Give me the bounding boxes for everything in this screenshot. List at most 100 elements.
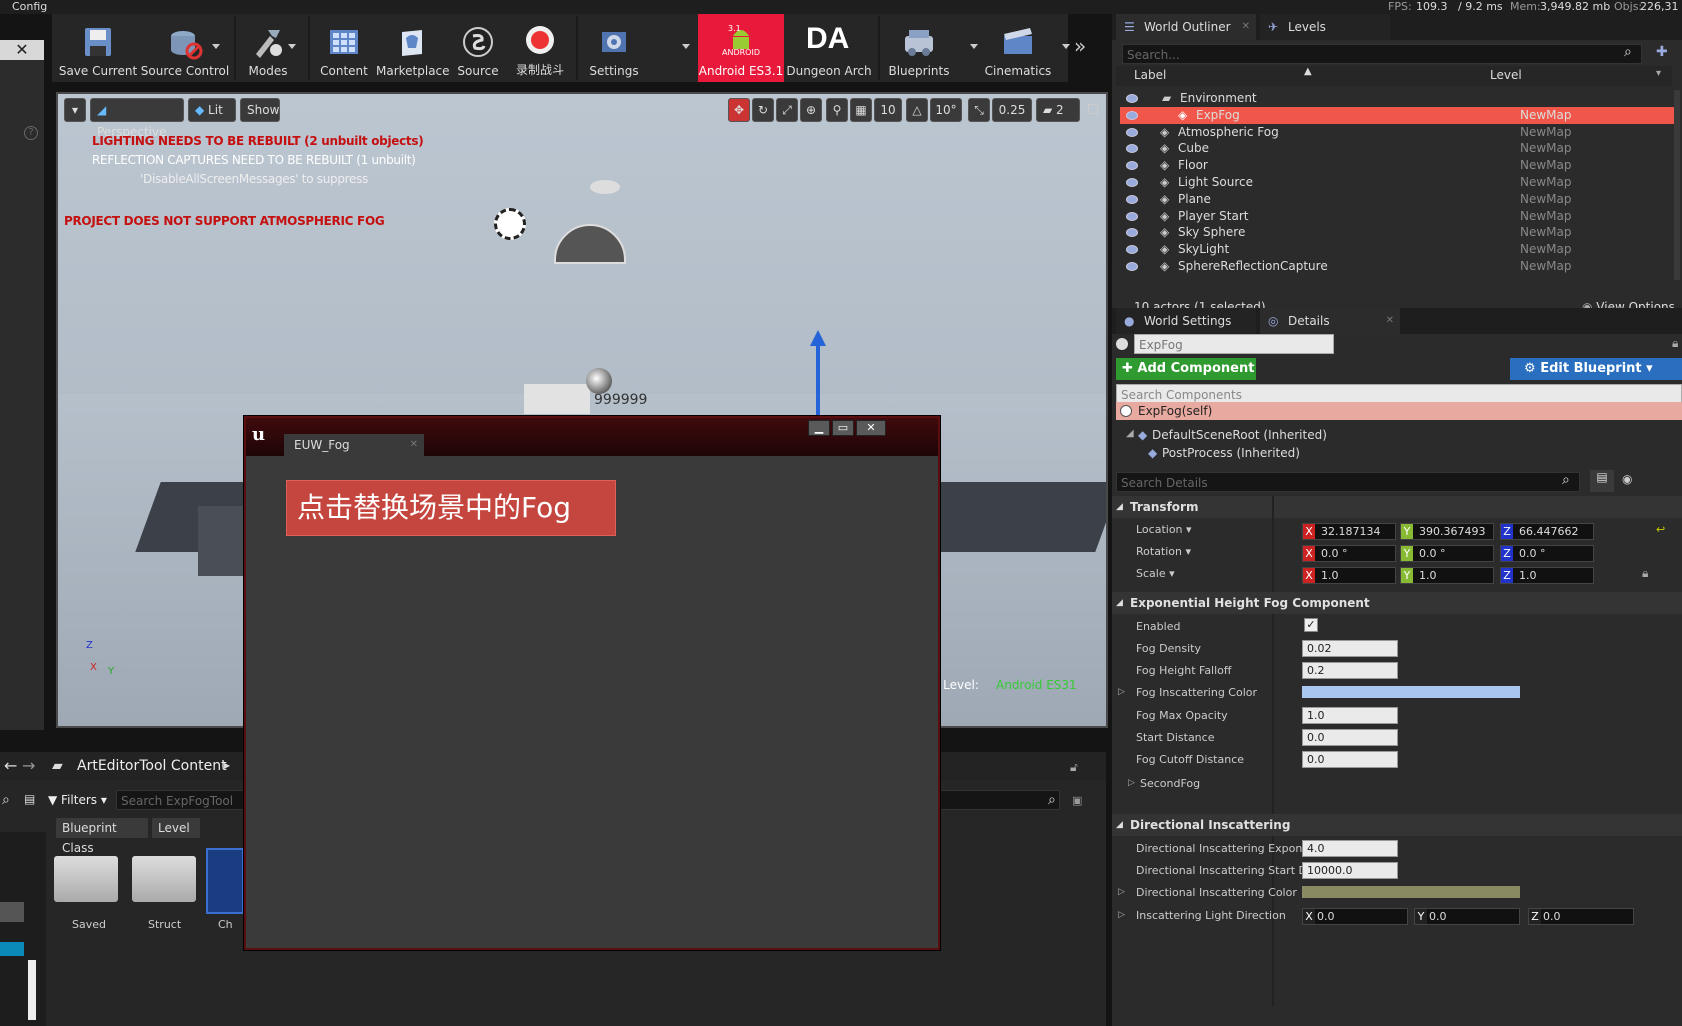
outliner-row[interactable]: ◈ ExpFog NewMap [1120, 106, 1676, 124]
marketplace-button[interactable]: Marketplace [376, 14, 450, 82]
dir-color-swatch[interactable] [1302, 886, 1520, 898]
path-chevron-icon[interactable]: ▸ [224, 758, 230, 772]
reset-location-icon[interactable]: ↩ [1656, 523, 1665, 536]
fog-cutoff-field[interactable]: 0.0 [1302, 751, 1398, 768]
close-window-button[interactable]: ✕ [856, 420, 886, 436]
tab-euw-fog[interactable]: EUW_Fog ✕ [284, 434, 424, 456]
expand-arrow-icon[interactable]: ▷ [1118, 887, 1125, 897]
sources-item-selected[interactable] [0, 942, 24, 956]
perspective-button[interactable]: ◢ Perspective [90, 98, 184, 139]
rot-field[interactable]: X 0.0 ° [1302, 545, 1396, 562]
sources-scrollbar[interactable] [28, 960, 36, 1020]
directional-inscattering-section[interactable]: ◢ Directional Inscattering [1112, 814, 1682, 836]
camera-speed-button[interactable]: ▰ 2 [1036, 98, 1080, 122]
add-component-button[interactable]: ✚ Add Component ▾ [1116, 358, 1256, 398]
asset-thumbnail[interactable] [206, 848, 244, 914]
expand-arrow-icon[interactable]: ▷ [1128, 778, 1135, 788]
gizmo-arrow-icon[interactable] [810, 330, 826, 346]
fog-density-field[interactable]: 0.02 [1302, 640, 1398, 657]
translate-tool-icon[interactable]: ✥ [728, 98, 750, 122]
outliner-row[interactable]: ◈ Cube NewMap [1120, 140, 1676, 157]
edit-blueprint-button[interactable]: ⚙ Edit Blueprint ▾ [1510, 358, 1682, 380]
scale-snap-icon[interactable]: ⤡ [968, 98, 990, 122]
scale-snap-value[interactable]: 0.25 [992, 98, 1032, 122]
scale-tool-icon[interactable]: ⤢ [776, 98, 798, 122]
transform-section[interactable]: ◢ Transform [1112, 496, 1682, 518]
search-components-input[interactable]: Search Components [1116, 384, 1682, 404]
scl-field[interactable]: Z 1.0 [1500, 567, 1594, 584]
visibility-eye-icon[interactable] [1126, 211, 1138, 221]
actor-name-field[interactable]: ExpFog [1134, 334, 1334, 354]
sun-icon[interactable] [494, 208, 526, 240]
expand-arrow-icon[interactable]: ▷ [1118, 687, 1125, 697]
surface-snap-icon[interactable]: ⚲ [826, 98, 848, 122]
scl-field[interactable]: X 1.0 [1302, 567, 1396, 584]
android-platform-button[interactable]: 3.1 ANDROID Android ES3.1 [698, 14, 784, 82]
scale-lock-icon[interactable]: 🔒︎ [1642, 566, 1648, 581]
feature-level-value[interactable]: Android ES31 [996, 678, 1077, 692]
outliner-row[interactable]: ▰ Environment [1120, 90, 1676, 107]
blueprints-button[interactable]: Blueprints [884, 14, 954, 82]
search-icon[interactable]: ⌕ [1048, 792, 1056, 808]
scale-label[interactable]: Scale ▾ [1136, 567, 1175, 580]
outliner-search-input[interactable]: Search... [1122, 44, 1642, 64]
settings-dropdown-icon[interactable] [682, 44, 690, 49]
forward-arrow-icon[interactable]: → [22, 756, 35, 775]
outliner-row[interactable]: ◈ Player Start NewMap [1120, 208, 1676, 225]
outliner-row[interactable]: ◈ Sky Sphere NewMap [1120, 224, 1676, 241]
help-icon[interactable]: ? [24, 126, 38, 140]
gizmo-z-axis[interactable] [816, 344, 820, 416]
show-button[interactable]: Show [240, 98, 280, 122]
visibility-eye-icon[interactable] [1126, 161, 1138, 171]
loc-field[interactable]: Z 66.447662 [1500, 523, 1594, 540]
content-button[interactable]: Content [314, 14, 374, 82]
close-tab-icon[interactable]: ✕ [1242, 14, 1250, 40]
scl-field[interactable]: Y 1.0 [1400, 567, 1494, 584]
source-button[interactable]: Source [450, 14, 506, 82]
search-icon[interactable]: ⌕ [2, 792, 10, 808]
visibility-eye-icon[interactable] [1126, 94, 1138, 103]
minimize-button[interactable]: ▁ [808, 420, 830, 436]
light-direction-field[interactable]: Z 0.0 [1528, 908, 1634, 925]
lit-button[interactable]: ◆ Lit [188, 98, 236, 122]
col-label[interactable]: Label [1134, 68, 1166, 82]
menu-config[interactable]: Config [12, 0, 47, 13]
search-details-input[interactable]: Search Details [1116, 472, 1580, 492]
rotate-tool-icon[interactable]: ↻ [752, 98, 774, 122]
enabled-checkbox[interactable]: ✓ [1304, 618, 1318, 632]
dir-start-field[interactable]: 10000.0 [1302, 862, 1398, 879]
maximize-viewport-icon[interactable] [1088, 104, 1098, 114]
visibility-eye-icon[interactable] [1126, 110, 1138, 120]
col-level[interactable]: Level [1490, 68, 1522, 82]
start-distance-field[interactable]: 0.0 [1302, 729, 1398, 746]
folder-struct-icon[interactable] [132, 856, 196, 902]
cinematics-dropdown-icon[interactable] [1062, 44, 1070, 49]
rot-field[interactable]: Z 0.0 ° [1500, 545, 1594, 562]
fog-max-opacity-field[interactable]: 1.0 [1302, 707, 1398, 724]
dir-exponent-field[interactable]: 4.0 [1302, 840, 1398, 857]
folder-saved-icon[interactable] [54, 856, 118, 902]
settings-button[interactable]: Settings [582, 14, 646, 82]
eye-icon[interactable]: ◉ [1622, 472, 1632, 486]
reflection-capture-icon[interactable] [586, 368, 612, 394]
modes-dropdown-icon[interactable] [288, 44, 296, 49]
outliner-row[interactable]: ◈ SkyLight NewMap [1120, 241, 1676, 258]
visibility-eye-icon[interactable] [1126, 178, 1138, 187]
expand-arrow-icon[interactable]: ◢ [1126, 428, 1134, 439]
fog-height-falloff-field[interactable]: 0.2 [1302, 662, 1398, 679]
filter-chip-level[interactable]: Level [152, 818, 200, 838]
visibility-eye-icon[interactable] [1126, 194, 1138, 204]
outliner-scrollbar[interactable] [1674, 90, 1680, 280]
grid-snap-value[interactable]: 10 [874, 98, 902, 122]
dungeon-arch-button[interactable]: DA Dungeon Arch [786, 14, 872, 82]
outliner-row[interactable]: ◈ Plane NewMap [1120, 191, 1676, 208]
visibility-eye-icon[interactable] [1126, 127, 1138, 137]
lock-icon[interactable]: 🔒︎ [1672, 336, 1678, 351]
grid-snap-icon[interactable]: ▦ [850, 98, 872, 122]
expand-arrow-icon[interactable]: ▷ [1118, 910, 1125, 920]
loc-field[interactable]: X 32.187134 [1302, 523, 1396, 540]
rotation-label[interactable]: Rotation ▾ [1136, 545, 1191, 558]
details-splitter[interactable] [1272, 496, 1274, 1006]
second-fog-label[interactable]: SecondFog [1140, 777, 1200, 790]
sort-icon[interactable]: ▲ [1304, 66, 1312, 77]
